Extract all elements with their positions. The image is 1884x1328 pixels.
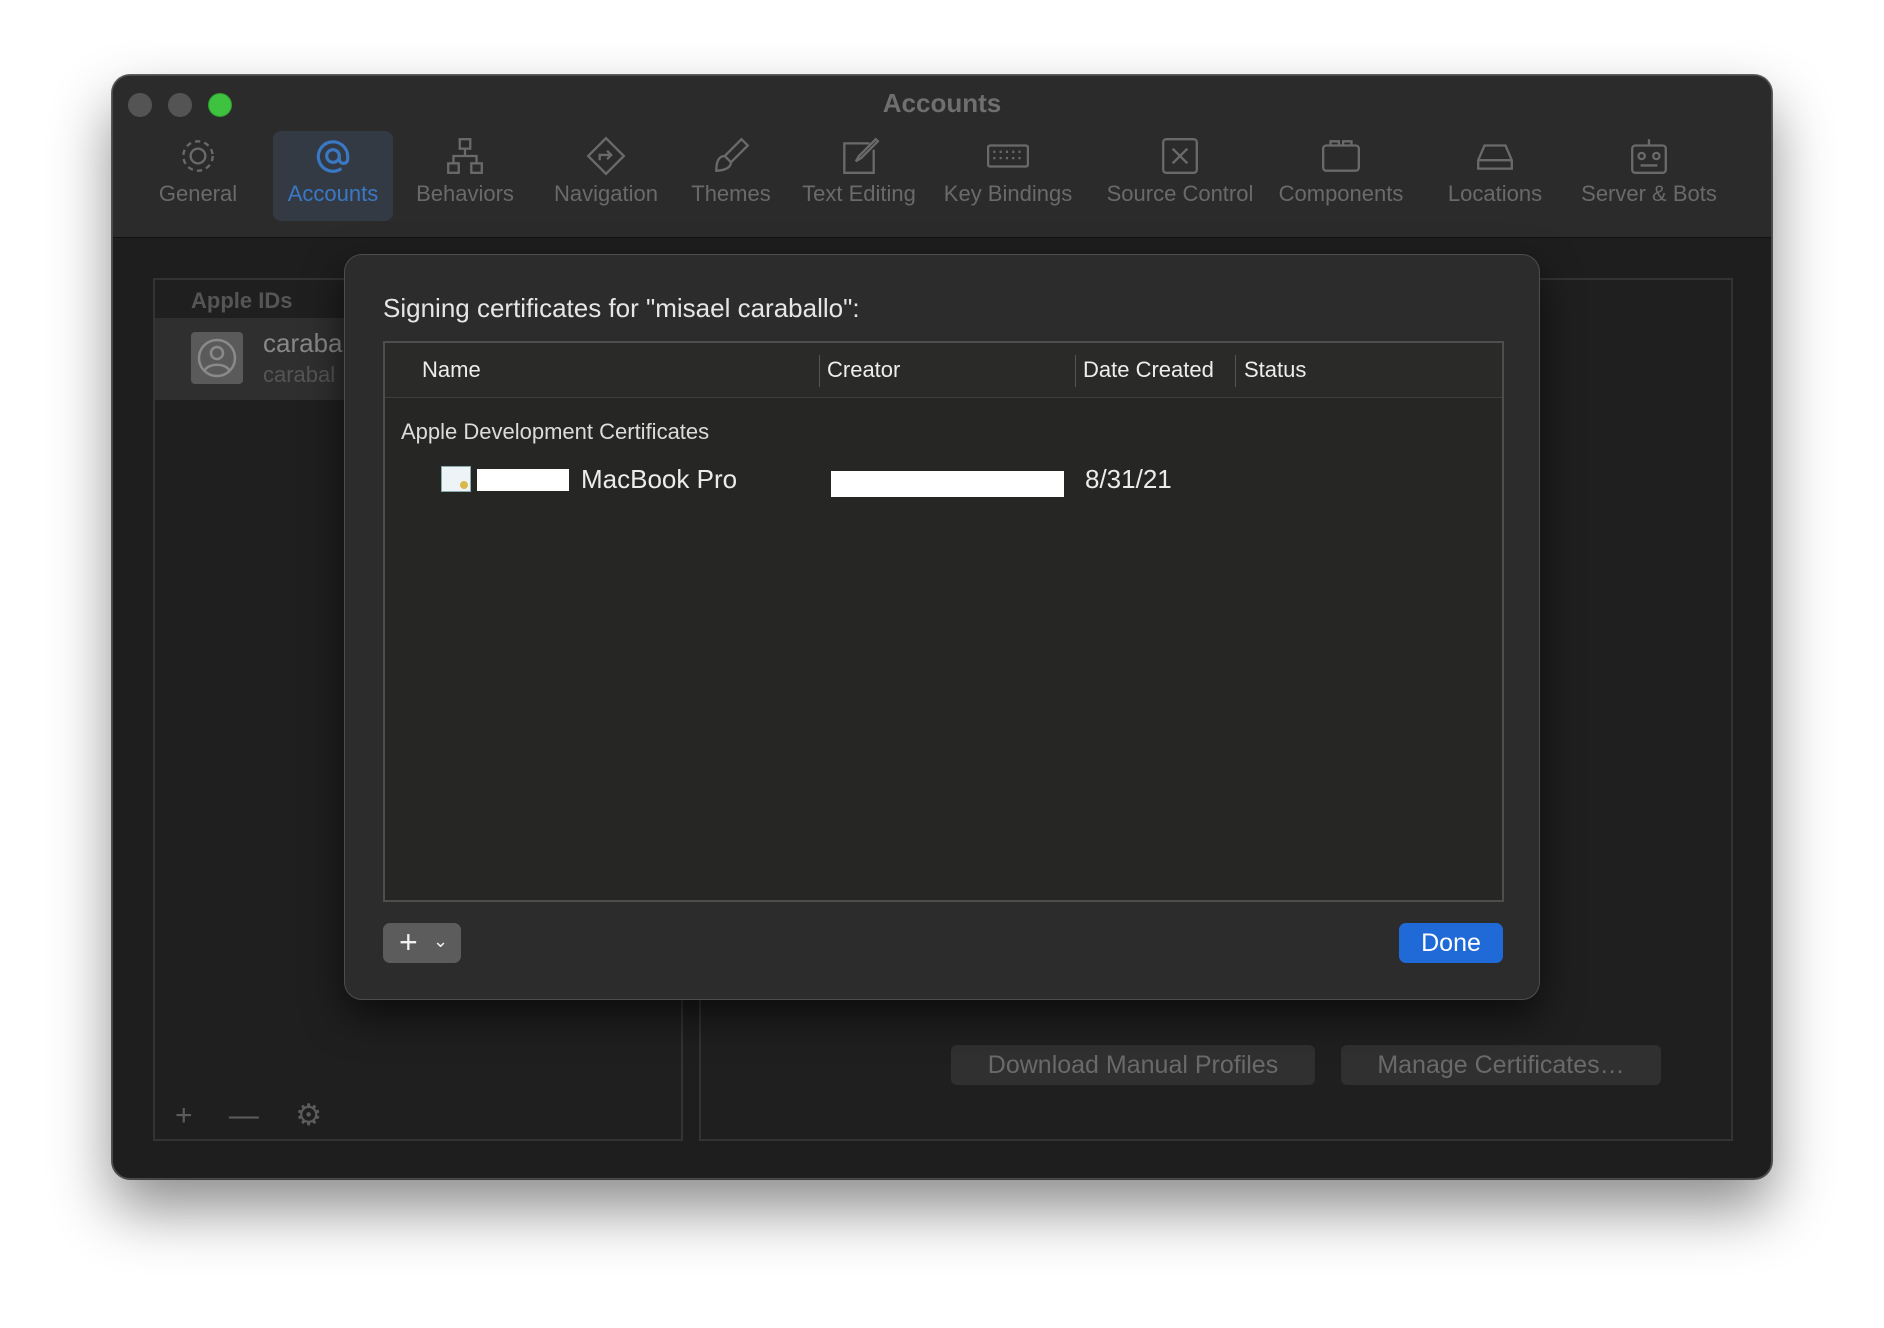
account-email: carabal (263, 362, 336, 387)
redacted-name (477, 469, 569, 491)
column-divider (819, 355, 820, 387)
certificate-date: 8/31/21 (1085, 464, 1172, 494)
robot-icon (1624, 131, 1674, 181)
window-title: Accounts (882, 88, 1002, 118)
column-name[interactable]: Name (422, 357, 481, 383)
redacted-creator (831, 471, 1064, 497)
plus-icon: + (399, 924, 418, 960)
gear-icon[interactable]: ⚙ (295, 1099, 322, 1132)
tab-components[interactable]: Components (1271, 131, 1411, 221)
apple-ids-heading: Apple IDs (191, 288, 293, 313)
avatar (191, 332, 243, 384)
sheet-title: Signing certificates for "misael carabal… (383, 293, 860, 323)
sidebar-controls: + — ⚙ (175, 1098, 350, 1133)
remove-account-button[interactable]: — (229, 1099, 259, 1132)
tab-server-bots[interactable]: Server & Bots (1569, 131, 1729, 221)
source-control-icon (1155, 131, 1205, 181)
titlebar: Accounts General Accounts Behaviors Navi… (113, 76, 1771, 238)
brush-icon (706, 131, 756, 181)
column-creator[interactable]: Creator (827, 357, 900, 383)
tab-themes[interactable]: Themes (673, 131, 789, 221)
tab-source-control[interactable]: Source Control (1095, 131, 1265, 221)
done-button[interactable]: Done (1399, 923, 1503, 963)
download-manual-profiles-button[interactable]: Download Manual Profiles (951, 1045, 1315, 1085)
chevron-down-icon: ⌄ (433, 931, 449, 951)
preferences-toolbar: General Accounts Behaviors Navigation Th… (113, 131, 1771, 226)
column-divider (1075, 355, 1076, 387)
tab-accounts[interactable]: Accounts (273, 131, 393, 221)
column-date-created[interactable]: Date Created (1083, 357, 1214, 383)
tab-general[interactable]: General (143, 131, 253, 221)
signing-certificates-sheet: Signing certificates for "misael carabal… (344, 254, 1540, 1000)
account-name: caraba (263, 328, 343, 358)
tab-key-bindings[interactable]: Key Bindings (933, 131, 1083, 221)
table-header: Name Creator Date Created Status (385, 343, 1502, 398)
certificate-icon (441, 466, 471, 492)
tab-behaviors[interactable]: Behaviors (405, 131, 525, 221)
diamond-arrow-icon (581, 131, 631, 181)
add-certificate-button[interactable]: + ⌄ (383, 923, 461, 963)
drive-icon (1470, 131, 1520, 181)
group-label: Apple Development Certificates (401, 419, 710, 444)
tab-text-editing[interactable]: Text Editing (789, 131, 929, 221)
column-status[interactable]: Status (1244, 357, 1306, 383)
add-account-button[interactable]: + (175, 1099, 193, 1132)
certificates-table: Name Creator Date Created Status Apple D… (383, 341, 1504, 902)
components-icon (1316, 131, 1366, 181)
at-icon (308, 131, 358, 181)
hierarchy-icon (440, 131, 490, 181)
keyboard-icon (983, 131, 1033, 181)
tab-locations[interactable]: Locations (1433, 131, 1557, 221)
manage-certificates-button[interactable]: Manage Certificates… (1341, 1045, 1661, 1085)
certificate-name: MacBook Pro (581, 464, 738, 494)
table-row[interactable]: MacBook Pro 8/31/21 (385, 459, 1502, 503)
pencil-square-icon (834, 131, 884, 181)
column-divider (1235, 355, 1236, 387)
gear-icon (173, 131, 223, 181)
tab-navigation[interactable]: Navigation (536, 131, 676, 221)
